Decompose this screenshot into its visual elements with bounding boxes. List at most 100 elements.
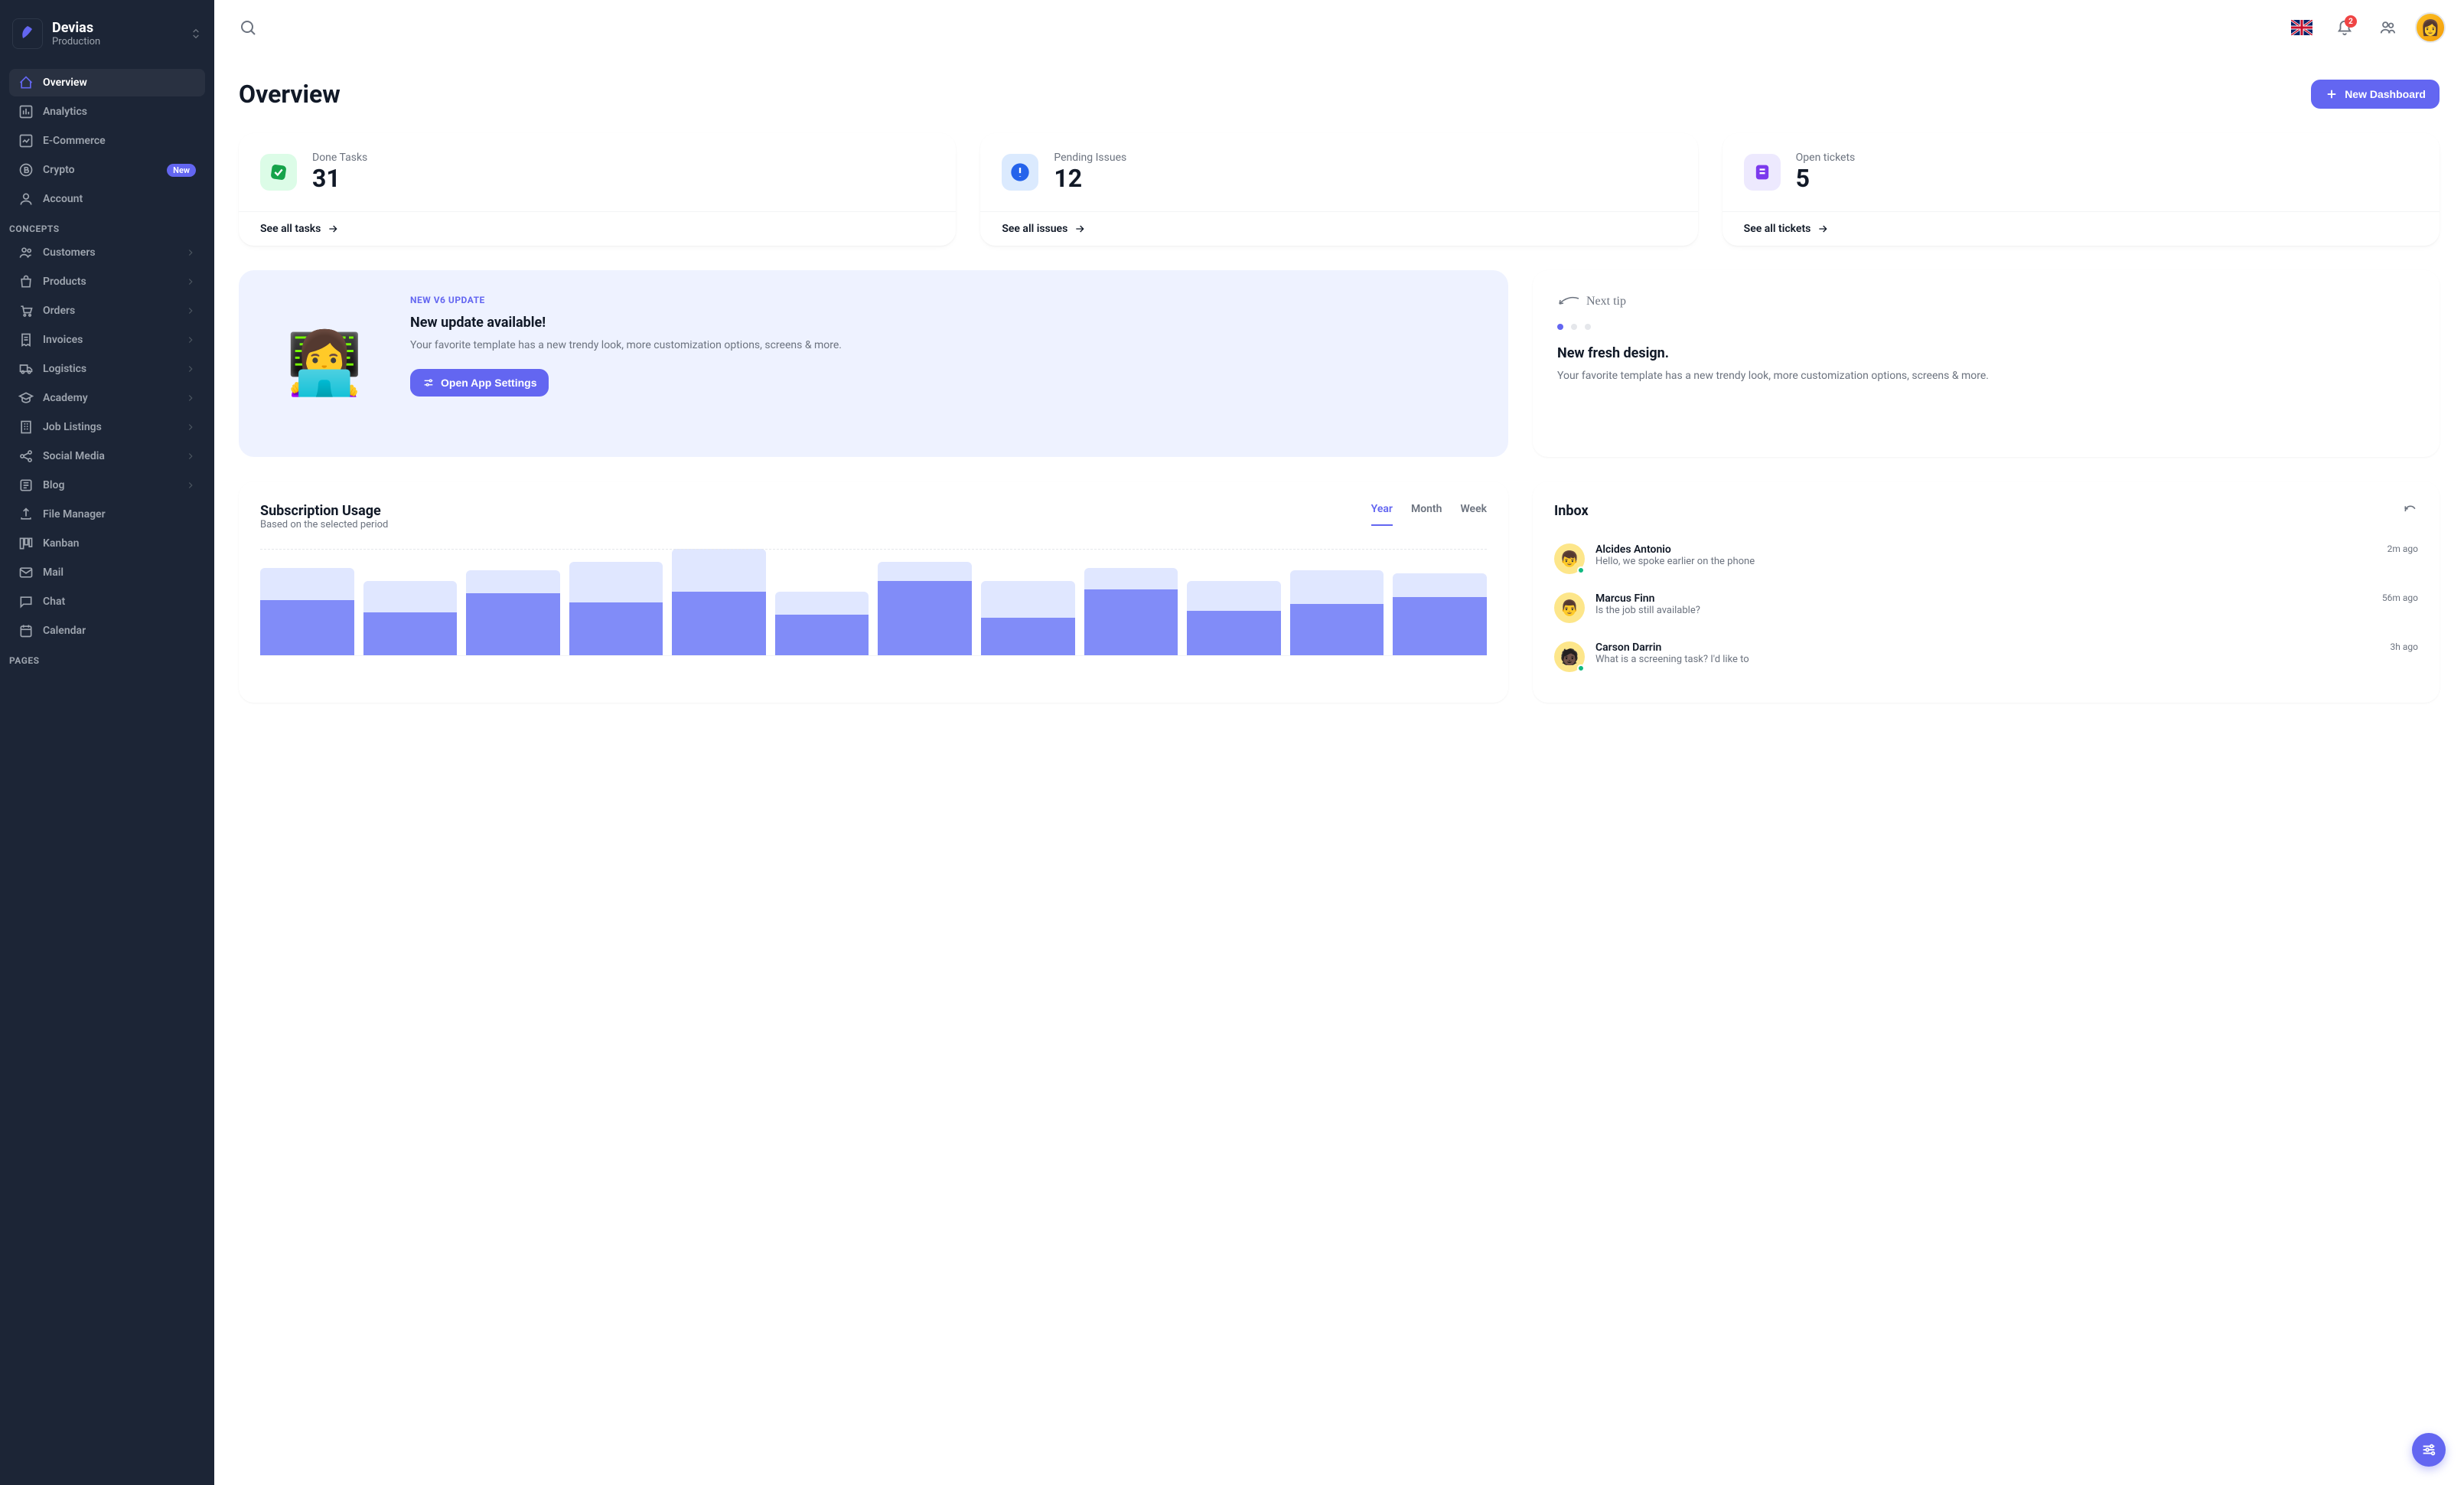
tip-dot-3[interactable]	[1585, 324, 1591, 330]
nav-chat[interactable]: Chat	[9, 588, 205, 615]
tip-desc: Your favorite template has a new trendy …	[1557, 367, 2415, 384]
nav-account[interactable]: Account	[9, 185, 205, 213]
bar-column	[466, 549, 560, 655]
flag-uk-icon	[2291, 20, 2312, 35]
nav-orders[interactable]: Orders	[9, 297, 205, 325]
nav-label: Chat	[43, 596, 196, 608]
chat-icon	[18, 594, 34, 609]
chevron-right-icon	[185, 247, 196, 258]
content: Overview New Dashboard Done Tasks 31 See…	[214, 55, 2464, 1485]
stat-label: Done Tasks	[312, 152, 367, 164]
language-button[interactable]	[2286, 12, 2317, 43]
bitcoin-icon	[18, 162, 34, 178]
share-icon	[18, 449, 34, 464]
tip-dot-2[interactable]	[1571, 324, 1577, 330]
nav-customers[interactable]: Customers	[9, 239, 205, 266]
chevron-right-icon	[185, 335, 196, 345]
see-all-tasks-link[interactable]: See all tasks	[260, 223, 934, 235]
settings-fab[interactable]	[2412, 1433, 2446, 1467]
bar-column	[672, 549, 766, 655]
nav-ecommerce[interactable]: E-Commerce	[9, 127, 205, 155]
nav-kanban[interactable]: Kanban	[9, 530, 205, 557]
workspace-tier: Production	[52, 36, 100, 47]
users-icon	[2379, 19, 2396, 36]
chevron-right-icon	[185, 393, 196, 403]
search-button[interactable]	[233, 12, 263, 43]
alert-icon	[1002, 154, 1038, 191]
inbox-item[interactable]: 👨 Marcus FinnIs the job still available?…	[1554, 583, 2418, 632]
nav-label: Calendar	[43, 625, 196, 637]
bag-icon	[18, 274, 34, 289]
chevron-right-icon	[185, 451, 196, 462]
new-badge: New	[167, 164, 196, 177]
see-all-tickets-link[interactable]: See all tickets	[1744, 223, 2418, 235]
nav-products[interactable]: Products	[9, 268, 205, 295]
arrow-right-icon	[1817, 223, 1829, 235]
nav-label: Job Listings	[43, 421, 176, 433]
account-avatar[interactable]: 👩	[2415, 12, 2446, 43]
notifications-button[interactable]: 2	[2329, 12, 2360, 43]
contacts-button[interactable]	[2372, 12, 2403, 43]
nav-filemanager[interactable]: File Manager	[9, 501, 205, 528]
next-tip-label: Next tip	[1557, 295, 2415, 308]
workspace-name: Devias	[52, 20, 100, 36]
main: 2 👩 Overview New Dashboard Done Tasks 31	[214, 0, 2464, 1485]
tab-year[interactable]: Year	[1371, 503, 1393, 526]
stat-label: Pending Issues	[1054, 152, 1126, 164]
nav-jobs[interactable]: Job Listings	[9, 413, 205, 441]
nav-label: Logistics	[43, 363, 176, 375]
row-2: 👩‍💻 NEW V6 UPDATE New update available! …	[239, 270, 2440, 457]
tab-month[interactable]: Month	[1411, 503, 1442, 526]
bar-column	[260, 549, 354, 655]
bar-column	[775, 549, 869, 655]
tip-dot-1[interactable]	[1557, 324, 1563, 330]
update-illustration: 👩‍💻	[263, 295, 386, 432]
nav-invoices[interactable]: Invoices	[9, 326, 205, 354]
chart-card: Subscription Usage Based on the selected…	[239, 481, 1508, 703]
inbox-message: Hello, we spoke earlier on the phone	[1595, 556, 2377, 567]
nav-label: Orders	[43, 305, 176, 317]
nav-social[interactable]: Social Media	[9, 442, 205, 470]
nav-logistics[interactable]: Logistics	[9, 355, 205, 383]
tip-pagination[interactable]	[1557, 324, 2415, 330]
refresh-button[interactable]	[2403, 504, 2418, 519]
sliders-icon	[2420, 1441, 2437, 1458]
button-label: New Dashboard	[2345, 88, 2426, 100]
online-dot	[1577, 566, 1585, 574]
nav-crypto[interactable]: Crypto New	[9, 156, 205, 184]
online-dot	[1577, 664, 1585, 672]
home-icon	[18, 75, 34, 90]
chevron-right-icon	[185, 364, 196, 374]
inbox-item[interactable]: 👦 Alcides AntonioHello, we spoke earlier…	[1554, 534, 2418, 583]
nav-label: Invoices	[43, 334, 176, 346]
inbox-time: 2m ago	[2387, 543, 2418, 554]
nav-mail[interactable]: Mail	[9, 559, 205, 586]
nav-main: Overview Analytics E-Commerce Crypto New…	[0, 67, 214, 214]
nav-calendar[interactable]: Calendar	[9, 617, 205, 645]
nav-academy[interactable]: Academy	[9, 384, 205, 412]
nav-overview[interactable]: Overview	[9, 69, 205, 96]
workspace-switcher[interactable]: Devias Production	[0, 0, 214, 67]
nav-label: E-Commerce	[43, 135, 196, 147]
inbox-item[interactable]: 🧑🏿 Carson DarrinWhat is a screening task…	[1554, 632, 2418, 681]
avatar: 👨	[1554, 592, 1585, 623]
open-settings-button[interactable]: Open App Settings	[410, 369, 549, 397]
users-icon	[18, 245, 34, 260]
plus-icon	[2325, 87, 2339, 101]
nav-concepts: Customers Products Orders Invoices Logis…	[0, 237, 214, 646]
update-desc: Your favorite template has a new trendy …	[410, 337, 842, 354]
nav-label: Customers	[43, 246, 176, 259]
stats-row: Done Tasks 31 See all tasks Pending Issu…	[239, 133, 2440, 246]
nav-label: Analytics	[43, 106, 196, 118]
ticket-icon	[1744, 154, 1781, 191]
nav-analytics[interactable]: Analytics	[9, 98, 205, 126]
see-all-issues-link[interactable]: See all issues	[1002, 223, 1676, 235]
receipt-icon	[18, 332, 34, 348]
tab-week[interactable]: Week	[1460, 503, 1487, 526]
page-title: Overview	[239, 80, 341, 109]
new-dashboard-button[interactable]: New Dashboard	[2311, 80, 2440, 109]
bar-column	[569, 549, 663, 655]
nav-blog[interactable]: Blog	[9, 472, 205, 499]
button-label: Open App Settings	[441, 377, 536, 389]
stat-pending-issues: Pending Issues 12 See all issues	[980, 133, 1697, 246]
